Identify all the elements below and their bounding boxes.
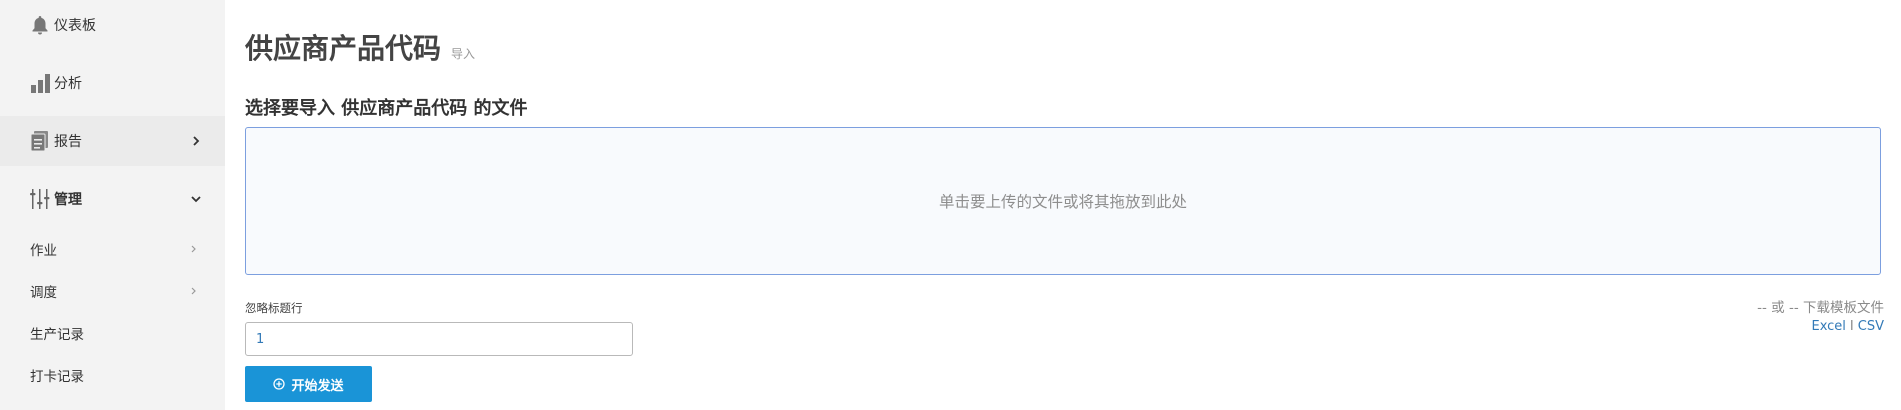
page-title: 供应商产品代码 [245,32,442,65]
file-dropzone[interactable]: 单击要上传的文件或将其拖放到此处 [245,127,1881,275]
sidebar-subitem-label: 生产记录 [30,327,84,343]
ignore-header-input[interactable] [245,322,633,356]
download-links: Excel I CSV [1811,319,1884,334]
sidebar-subitem-schedule[interactable]: 调度 [0,273,225,309]
sidebar-item-dashboard[interactable]: 仪表板 [0,0,225,50]
sidebar-item-label: 仪表板 [54,18,96,34]
ignore-header-label: 忽略标题行 [245,301,303,315]
sidebar-item-reports[interactable]: 报告 [0,116,225,166]
sidebar-subitem-production-records[interactable]: 生产记录 [0,315,225,351]
sidebar-subitem-label: 调度 [30,285,57,301]
sidebar-subitem-label: 作业 [30,243,57,259]
bar-chart-icon [29,72,51,94]
sidebar-item-label: 分析 [54,76,82,92]
section-title: 选择要导入 供应商产品代码 的文件 [245,98,528,119]
sidebar-subitem-clock-records[interactable]: 打卡记录 [0,357,225,393]
start-send-button[interactable]: 开始发送 [245,366,372,402]
sidebar-item-label: 报告 [54,134,82,150]
chevron-right-icon [193,136,200,146]
excel-link[interactable]: Excel [1811,319,1845,334]
sidebar: 仪表板 分析 报告 管理 作业 调度 生产记录 打卡记录 [0,0,225,410]
sidebar-item-management[interactable]: 管理 [0,174,225,224]
page-subtitle: 导入 [451,47,476,61]
link-separator: I [1849,319,1854,334]
bell-icon [29,14,51,36]
dropzone-text: 单击要上传的文件或将其拖放到此处 [938,193,1187,211]
download-template-text: -- 或 -- 下载模板文件 [1757,300,1884,316]
chevron-right-icon [191,245,196,253]
sidebar-subitem-jobs[interactable]: 作业 [0,231,225,267]
report-icon [29,130,51,152]
sidebar-item-analysis[interactable]: 分析 [0,58,225,108]
sliders-icon [29,188,51,210]
plus-circle-icon [273,378,286,390]
sidebar-subitem-label: 打卡记录 [30,369,84,385]
chevron-down-icon [191,196,201,203]
start-send-label: 开始发送 [291,378,344,394]
csv-link[interactable]: CSV [1858,319,1884,334]
chevron-right-icon [191,287,196,295]
sidebar-item-label: 管理 [54,192,82,208]
